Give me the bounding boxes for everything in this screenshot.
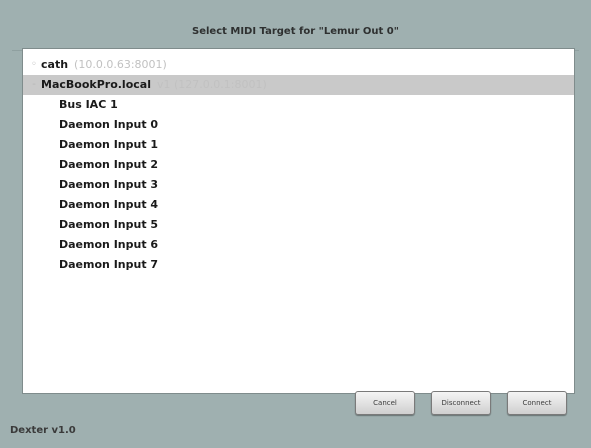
tree-port-item[interactable]: Daemon Input 4 xyxy=(23,195,574,215)
port-name: Daemon Input 3 xyxy=(59,178,159,191)
tree-port-item[interactable]: Daemon Input 1 xyxy=(23,135,574,155)
target-tree-panel[interactable]: ◦ cath (10.0.0.63:8001) - MacBookPro.loca… xyxy=(22,48,575,394)
port-name: Daemon Input 5 xyxy=(59,218,159,231)
port-name: Daemon Input 0 xyxy=(59,118,159,131)
port-name: Daemon Input 4 xyxy=(59,198,159,211)
tree-port-item[interactable]: Daemon Input 7 xyxy=(23,255,574,275)
host-address: v1 (127.0.0.1:8001) xyxy=(156,78,267,91)
tree-port-item[interactable]: Daemon Input 6 xyxy=(23,235,574,255)
connect-button[interactable]: Connect xyxy=(507,391,567,415)
tree-port-item[interactable]: Daemon Input 0 xyxy=(23,115,574,135)
tree-port-item[interactable]: Daemon Input 3 xyxy=(23,175,574,195)
dialog-title: Select MIDI Target for "Lemur Out 0" xyxy=(12,14,579,51)
collapsed-bullet-icon[interactable]: ◦ xyxy=(29,55,39,75)
app-version-label: Dexter v1.0 xyxy=(10,425,76,436)
host-name: cath xyxy=(41,58,69,71)
dialog-buttons: Cancel Disconnect Connect xyxy=(355,391,567,415)
tree-host-macbookpro[interactable]: - MacBookPro.local v1 (127.0.0.1:8001) xyxy=(23,75,574,95)
cancel-button[interactable]: Cancel xyxy=(355,391,415,415)
midi-target-dialog: Select MIDI Target for "Lemur Out 0" ◦ c… xyxy=(12,14,579,430)
expanded-bullet-icon[interactable]: - xyxy=(29,75,39,95)
tree-port-item[interactable]: Bus IAC 1 xyxy=(23,95,574,115)
tree-host-cath[interactable]: ◦ cath (10.0.0.63:8001) xyxy=(23,55,574,75)
host-address: (10.0.0.63:8001) xyxy=(74,58,167,71)
disconnect-button[interactable]: Disconnect xyxy=(431,391,491,415)
port-name: Daemon Input 1 xyxy=(59,138,159,151)
tree-port-item[interactable]: Daemon Input 5 xyxy=(23,215,574,235)
host-name: MacBookPro.local xyxy=(41,78,151,91)
port-name: Daemon Input 7 xyxy=(59,258,159,271)
port-name: Daemon Input 2 xyxy=(59,158,159,171)
port-name: Daemon Input 6 xyxy=(59,238,159,251)
target-tree: ◦ cath (10.0.0.63:8001) - MacBookPro.loca… xyxy=(23,55,574,275)
port-name: Bus IAC 1 xyxy=(59,98,118,111)
tree-port-item[interactable]: Daemon Input 2 xyxy=(23,155,574,175)
